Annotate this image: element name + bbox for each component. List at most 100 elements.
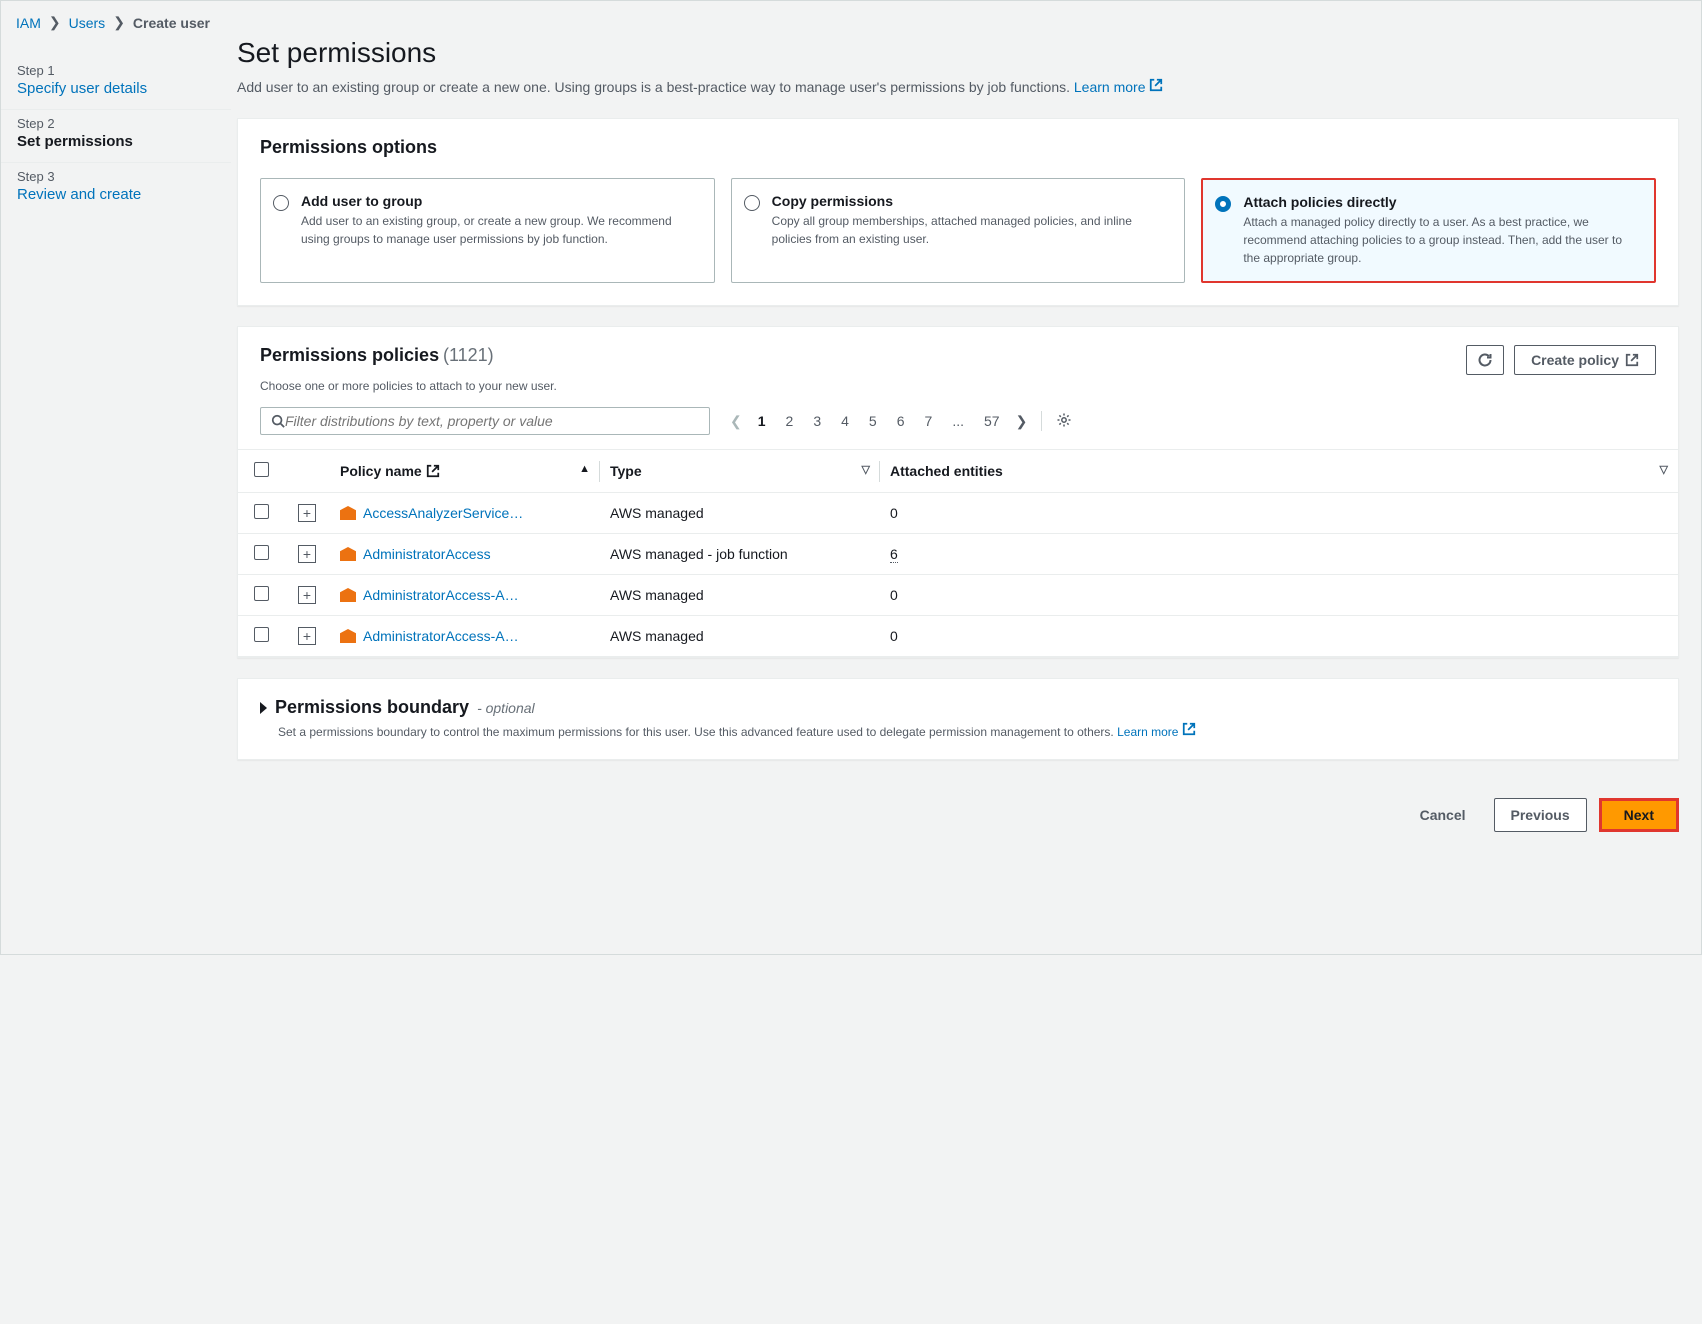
boundary-desc: Set a permissions boundary to control th… — [260, 722, 1656, 741]
row-checkbox[interactable] — [254, 627, 269, 642]
expand-row-button[interactable]: + — [298, 586, 316, 604]
permissions-options-title: Permissions options — [260, 137, 1656, 158]
page-5[interactable]: 5 — [861, 409, 885, 433]
policy-attached: 6 — [880, 534, 1678, 575]
external-link-icon — [1149, 78, 1163, 92]
filter-input[interactable] — [285, 413, 699, 429]
previous-button[interactable]: Previous — [1494, 798, 1587, 832]
policy-type: AWS managed — [600, 493, 880, 534]
option-desc: Attach a managed policy directly to a us… — [1243, 213, 1640, 267]
option-title: Copy permissions — [772, 193, 1171, 209]
chevron-right-icon: ❯ — [113, 14, 125, 31]
expand-row-button[interactable]: + — [298, 504, 316, 522]
policies-subtitle: Choose one or more policies to attach to… — [238, 375, 1678, 407]
next-page[interactable]: ❯ — [1012, 409, 1032, 434]
breadcrumb: IAM ❯ Users ❯ Create user — [16, 14, 210, 31]
prev-page[interactable]: ❮ — [726, 409, 746, 434]
wizard-step-1[interactable]: Step 1 Specify user details — [1, 57, 231, 110]
page-2[interactable]: 2 — [778, 409, 802, 433]
breadcrumb-iam[interactable]: IAM — [16, 15, 41, 31]
page-4[interactable]: 4 — [833, 409, 857, 433]
option-title: Add user to group — [301, 193, 700, 209]
radio-icon[interactable] — [273, 195, 289, 211]
permissions-policies-panel: Permissions policies (1121) Create polic… — [237, 326, 1679, 658]
step-label: Step 3 — [17, 169, 215, 184]
wizard-step-3[interactable]: Step 3 Review and create — [1, 163, 231, 215]
expand-row-button[interactable]: + — [298, 545, 316, 563]
row-checkbox[interactable] — [254, 504, 269, 519]
dropdown-icon: ▽ — [862, 463, 870, 476]
refresh-icon — [1477, 352, 1493, 368]
policy-box-icon — [340, 629, 356, 643]
policy-type: AWS managed — [600, 616, 880, 657]
next-button[interactable]: Next — [1599, 798, 1679, 832]
pagination: ❮ 1 2 3 4 5 6 7 ... 57 ❯ — [726, 408, 1076, 435]
col-policy-name[interactable]: Policy name ▲ — [330, 450, 600, 493]
policies-count: (1121) — [443, 345, 494, 365]
step-title[interactable]: Specify user details — [17, 80, 147, 97]
row-checkbox[interactable] — [254, 586, 269, 601]
radio-icon[interactable] — [744, 195, 760, 211]
policy-name-link[interactable]: AdministratorAccess-A… — [363, 587, 519, 603]
expand-toggle-icon[interactable] — [260, 702, 267, 714]
permissions-options-panel: Permissions options Add user to group Ad… — [237, 118, 1679, 306]
chevron-right-icon: ❯ — [49, 14, 61, 31]
cancel-button[interactable]: Cancel — [1404, 798, 1482, 832]
policy-box-icon — [340, 547, 356, 561]
policy-attached: 0 — [880, 575, 1678, 616]
permissions-boundary-panel: Permissions boundary - optional Set a pe… — [237, 678, 1679, 760]
policy-box-icon — [340, 506, 356, 520]
learn-more-link[interactable]: Learn more — [1117, 725, 1196, 739]
page-title: Set permissions — [237, 37, 1679, 69]
policy-name-link[interactable]: AdministratorAccess — [363, 546, 491, 562]
divider — [1041, 411, 1042, 431]
page-ellipsis: ... — [944, 409, 972, 433]
sort-asc-icon: ▲ — [579, 463, 590, 475]
page-6[interactable]: 6 — [889, 409, 913, 433]
learn-more-link[interactable]: Learn more — [1074, 79, 1163, 95]
page-description-text: Add user to an existing group or create … — [237, 79, 1074, 95]
step-label: Step 1 — [17, 63, 215, 78]
filter-input-wrap[interactable] — [260, 407, 710, 435]
table-row: + AdministratorAccess-A… AWS managed0 — [238, 616, 1678, 657]
search-icon — [271, 414, 285, 428]
option-desc: Copy all group memberships, attached man… — [772, 212, 1171, 248]
policy-attached: 0 — [880, 616, 1678, 657]
gear-icon — [1056, 412, 1072, 428]
breadcrumb-current: Create user — [133, 15, 210, 31]
dropdown-icon: ▽ — [1660, 463, 1668, 476]
breadcrumb-users[interactable]: Users — [69, 15, 106, 31]
policy-name-link[interactable]: AccessAnalyzerService… — [363, 505, 523, 521]
boundary-title: Permissions boundary — [275, 697, 469, 718]
policy-type: AWS managed — [600, 575, 880, 616]
option-add-to-group[interactable]: Add user to group Add user to an existin… — [260, 178, 715, 283]
option-attach-policies[interactable]: Attach policies directly Attach a manage… — [1201, 178, 1656, 283]
page-1[interactable]: 1 — [750, 409, 774, 433]
policy-attached: 0 — [880, 493, 1678, 534]
settings-button[interactable] — [1052, 408, 1076, 435]
policies-title: Permissions policies — [260, 345, 439, 365]
refresh-button[interactable] — [1466, 345, 1504, 375]
col-attached[interactable]: Attached entities ▽ — [880, 450, 1678, 493]
policy-name-link[interactable]: AdministratorAccess-A… — [363, 628, 519, 644]
policies-table: Policy name ▲ Type ▽ Attached entities — [238, 449, 1678, 657]
option-desc: Add user to an existing group, or create… — [301, 212, 700, 248]
main-content: Set permissions Add user to an existing … — [231, 1, 1701, 954]
page-last[interactable]: 57 — [976, 409, 1008, 433]
option-copy-permissions[interactable]: Copy permissions Copy all group membersh… — [731, 178, 1186, 283]
col-type[interactable]: Type ▽ — [600, 450, 880, 493]
page-7[interactable]: 7 — [917, 409, 941, 433]
page-3[interactable]: 3 — [805, 409, 829, 433]
create-policy-button[interactable]: Create policy — [1514, 345, 1656, 375]
wizard-footer: Cancel Previous Next — [237, 780, 1679, 854]
row-checkbox[interactable] — [254, 545, 269, 560]
policy-type: AWS managed - job function — [600, 534, 880, 575]
step-title: Set permissions — [17, 133, 215, 150]
table-row: + AccessAnalyzerService… AWS managed0 — [238, 493, 1678, 534]
policy-box-icon — [340, 588, 356, 602]
step-title[interactable]: Review and create — [17, 186, 141, 203]
select-all-checkbox[interactable] — [254, 462, 269, 477]
radio-icon[interactable] — [1215, 196, 1231, 212]
external-link-icon — [1625, 353, 1639, 367]
expand-row-button[interactable]: + — [298, 627, 316, 645]
